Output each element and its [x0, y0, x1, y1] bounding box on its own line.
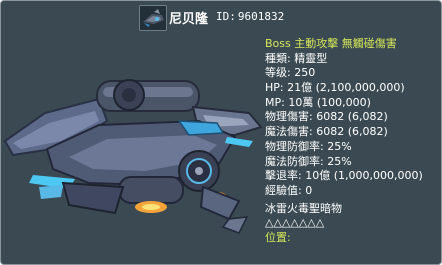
stat-phys-dmg-label: 物理傷害:	[265, 110, 313, 124]
stat-mag-def-value: 25%	[327, 154, 352, 168]
mob-tags: Boss 主動攻擊 無觸碰傷害	[265, 37, 397, 50]
stat-mag-dmg-value: 6082 (6,082)	[316, 125, 388, 139]
mob-id-value: 9601832	[237, 10, 285, 23]
mob-name: 尼贝隆	[169, 12, 209, 27]
stat-type: 種類: 精靈型	[265, 52, 441, 67]
mob-id: ID: 9601832	[216, 10, 284, 23]
stat-exp: 經驗值: 0	[265, 184, 441, 199]
tooltip-header: 尼贝隆 ID: 9601832	[1, 5, 441, 31]
stat-level: 等级: 250	[265, 66, 441, 81]
stat-level-label: 等级:	[265, 66, 291, 80]
stat-hp-value: 21億 (2,100,000,000)	[287, 81, 405, 95]
element-names: 冰雷火毒聖暗物	[265, 201, 342, 215]
mob-illustration	[3, 37, 265, 243]
stat-phys-dmg: 物理傷害: 6082 (6,082)	[265, 110, 441, 125]
mob-stats: Boss 主動攻擊 無觸碰傷害 種類: 精靈型 等级: 250 HP: 21億 …	[265, 37, 441, 246]
stat-phys-dmg-value: 6082 (6,082)	[316, 110, 388, 124]
mob-info-tooltip: 尼贝隆 ID: 9601832 Boss 主動攻擊 無觸碰傷害 種類: 精靈型 …	[0, 0, 442, 265]
stat-mag-def: 魔法防御率: 25%	[265, 155, 441, 170]
element-marks: △△△△△△△	[265, 216, 325, 230]
stat-phys-def-label: 物理防御率:	[265, 139, 324, 153]
stat-mag-def-label: 魔法防御率:	[265, 154, 324, 168]
stat-exp-label: 經驗值:	[265, 183, 302, 197]
stat-exp-value: 0	[305, 183, 313, 197]
stat-mag-dmg: 魔法傷害: 6082 (6,082)	[265, 125, 441, 140]
stat-level-value: 250	[294, 66, 316, 80]
stat-type-value: 精靈型	[294, 51, 328, 65]
mob-thumbnail-icon	[139, 5, 167, 31]
stat-mag-dmg-label: 魔法傷害:	[265, 125, 313, 139]
stat-mp-label: MP:	[265, 95, 285, 109]
stat-hp-label: HP:	[265, 81, 284, 95]
stat-mp: MP: 10萬 (100,000)	[265, 96, 441, 111]
stat-knockback: 擊退率: 10億 (1,000,000,000)	[265, 169, 441, 184]
stat-type-label: 種類:	[265, 51, 291, 65]
stat-knockback-value: 10億 (1,000,000,000)	[305, 169, 423, 183]
stat-phys-def: 物理防御率: 25%	[265, 140, 441, 155]
stat-mp-value: 10萬 (100,000)	[288, 95, 371, 109]
stat-phys-def-value: 25%	[327, 139, 352, 153]
location-label: 位置:	[265, 230, 291, 244]
stat-knockback-label: 擊退率:	[265, 169, 302, 183]
mob-id-label: ID:	[216, 10, 236, 23]
stat-hp: HP: 21億 (2,100,000,000)	[265, 81, 441, 96]
